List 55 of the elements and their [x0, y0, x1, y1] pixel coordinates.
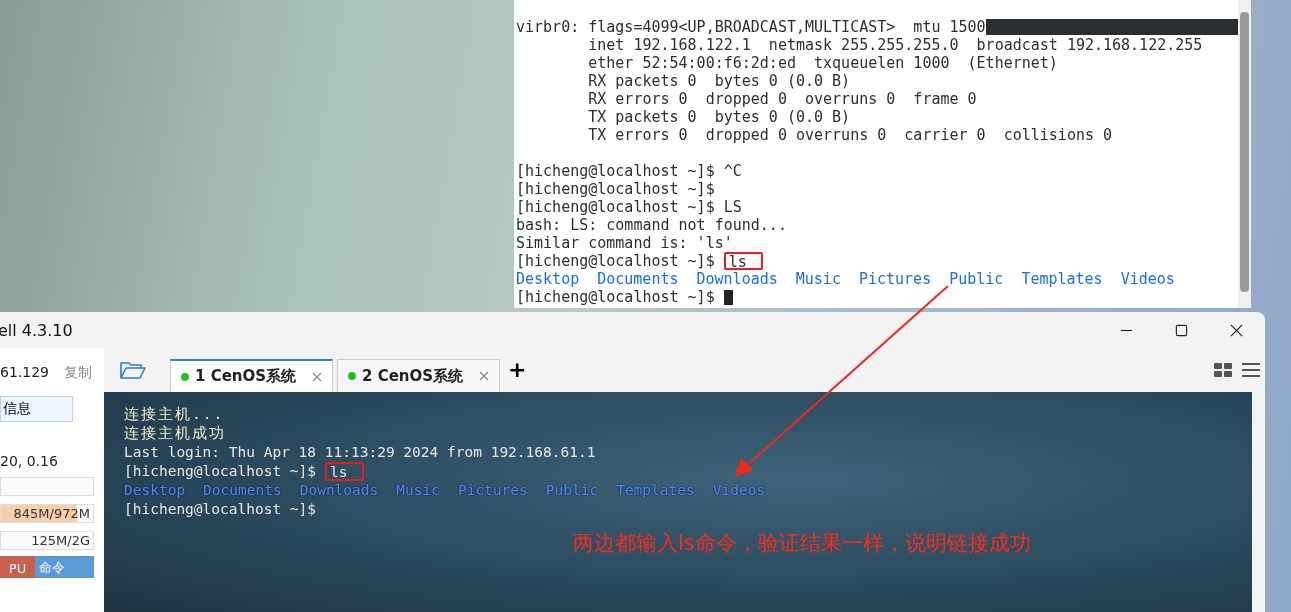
terminal-line: 连接主机成功 [124, 424, 226, 443]
terminal-line: [hicheng@localhost ~]$ LS [516, 198, 742, 216]
panel-tab[interactable]: PU [0, 556, 35, 578]
terminal-line: TX errors 0 dropped 0 overruns 0 carrier 0 collisions 0 [587, 126, 1113, 144]
terminal-line: ether 52:54:00:f6:2d:ed txqueuelen 1000 (Ethernet) [587, 54, 1058, 72]
directory-name: Downloads [299, 481, 379, 500]
directory-name: Desktop [124, 481, 186, 500]
terminal-line: [hicheng@localhost ~]$ ^C [516, 162, 742, 180]
directory-name: Pictures [858, 270, 932, 288]
close-icon[interactable] [1230, 323, 1243, 337]
scrollbar[interactable] [1237, 0, 1251, 308]
highlighted-command: ls [723, 252, 763, 270]
terminal-prompt: [hicheng@localhost ~]$ [516, 288, 715, 306]
directory-name: Public [949, 270, 1004, 288]
directory-name: Templates [1021, 270, 1103, 288]
load-average: 20, 0.16 [0, 453, 59, 469]
terminal-line: [hicheng@localhost ~]$ [124, 500, 317, 519]
terminal-line: [hicheng@localhost ~]$ [516, 180, 715, 198]
directory-name: Music [396, 481, 440, 500]
menu-icon[interactable] [1241, 360, 1261, 380]
directory-name: Documents [597, 270, 679, 288]
session-tab[interactable]: 1 CenOS系统 [170, 359, 333, 392]
info-button[interactable]: 信息 [0, 396, 73, 422]
add-tab-button[interactable]: + [508, 359, 527, 381]
directory-name: Documents [203, 481, 282, 500]
maximize-icon[interactable] [1175, 323, 1188, 337]
terminal-line: Similar command is: 'ls' [516, 234, 733, 252]
directory-name: Templates [616, 481, 695, 500]
terminal-line: 连接主机... [124, 405, 225, 424]
terminal-prompt: [hicheng@localhost ~]$ [516, 252, 715, 270]
session-tab[interactable]: 2 CenOS系统 [337, 359, 500, 392]
grid-icon[interactable] [1213, 360, 1233, 380]
highlighted-command: ls [325, 462, 364, 481]
swap-reading: 125M/2G [31, 533, 91, 548]
terminal-prompt: [hicheng@localhost ~]$ [124, 462, 317, 481]
terminal-line: Last login: Thu Apr 18 11:13:29 2024 from 192.168.61.1 [124, 443, 596, 462]
terminal-line: inet 192.168.122.1 netmask 255.255.255.0 broadcast 192.168.122.255 [587, 36, 1203, 54]
terminal-line: virbr0: flags=4099<UP,BROADCAST,MULTICAST> mtu 1500 [516, 18, 986, 36]
directory-name: Videos [712, 481, 766, 500]
directory-name: Public [545, 481, 599, 500]
terminal-line: bash: LS: command not found... [516, 216, 787, 234]
copy-link[interactable]: 复制 [64, 364, 92, 382]
folder-icon[interactable] [120, 360, 146, 380]
directory-name: Downloads [696, 270, 778, 288]
text-cursor [723, 290, 733, 305]
host-address: 61.129 [0, 364, 49, 382]
terminal-line: RX errors 0 dropped 0 overruns 0 frame 0 [587, 90, 977, 108]
directory-name: Pictures [457, 481, 528, 500]
memory-reading: 845M/972M [13, 506, 91, 521]
directory-name: Music [795, 270, 841, 288]
terminal-line: RX packets 0 bytes 0 (0.0 B) [587, 72, 851, 90]
annotation-text: 两边都输入ls命令，验证结果一样，说明链接成功 [573, 530, 1031, 557]
directory-name: Videos [1120, 270, 1175, 288]
terminal-line: TX packets 0 bytes 0 (0.0 B) [587, 108, 851, 126]
directory-name: Desktop [516, 270, 580, 288]
